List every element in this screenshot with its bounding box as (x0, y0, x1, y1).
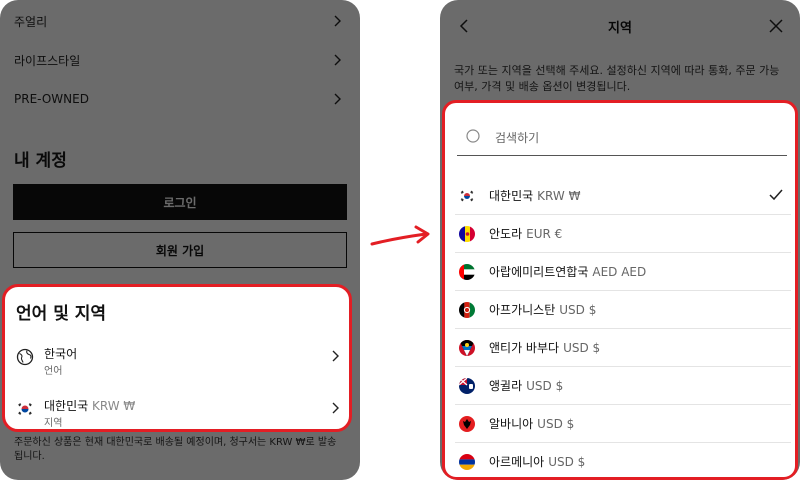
uae-flag-icon (459, 263, 475, 280)
search-icon (466, 129, 480, 143)
country-name: 앵귈라 (489, 379, 523, 393)
language-region-heading: 언어 및 지역 (16, 304, 107, 324)
language-label: 언어 (44, 366, 63, 377)
menu-item-label: PRE-OWNED (14, 92, 89, 106)
country-name: 아프가니스탄 (489, 303, 556, 317)
mobile-menu-screen: 주얼리 라이프스타일 PRE-OWNED 내 계정 로그인 회원 가입 주문하신… (0, 0, 360, 480)
country-currency: KRW ₩ (537, 188, 581, 203)
checkmark-icon (769, 189, 783, 201)
menu-item-label: 라이프스타일 (14, 53, 81, 68)
country-name: 안도라 (489, 227, 523, 241)
country-name: 아르메니아 (489, 455, 545, 469)
armenia-flag-icon (459, 453, 475, 470)
country-item-uae[interactable]: 아랍에미리트연합국 AED AED (455, 253, 791, 291)
close-icon[interactable] (768, 18, 784, 34)
country-item-antigua-barbuda[interactable]: 앤티가 바부다 USD $ (455, 329, 791, 367)
country-currency: USD $ (563, 340, 601, 355)
chevron-right-icon (332, 350, 339, 362)
country-currency: EUR € (526, 226, 563, 241)
region-value: 대한민국 KRW ₩ (44, 397, 135, 414)
country-currency: AED AED (592, 264, 647, 279)
korea-flag-icon (459, 187, 475, 204)
region-description: 국가 또는 지역을 선택해 주세요. 설정하신 지역에 따라 통화, 주문 가능… (454, 64, 780, 93)
albania-flag-icon (459, 415, 475, 432)
menu-item-jewelry[interactable]: 주얼리 (14, 1, 344, 41)
shipping-notice: 주문하신 상품은 현재 대한민국로 배송될 예정이며, 청구서는 KRW ₩로 … (14, 437, 337, 462)
region-currency: KRW ₩ (92, 399, 136, 413)
country-currency: USD $ (537, 416, 575, 431)
country-item-korea[interactable]: 대한민국 KRW ₩ (455, 177, 791, 215)
region-select-screen: 지역 국가 또는 지역을 선택해 주세요. 설정하신 지역에 따라 통화, 주문… (440, 0, 800, 480)
country-name: 대한민국 (489, 189, 534, 203)
afghanistan-flag-icon (459, 301, 475, 318)
arrow-right-icon (370, 225, 430, 246)
country-currency: USD $ (548, 454, 586, 469)
region-search[interactable] (457, 121, 787, 156)
language-value: 한국어 (44, 347, 78, 361)
country-item-armenia[interactable]: 아르메니아 USD $ (455, 443, 791, 477)
country-item-albania[interactable]: 알바니아 USD $ (455, 405, 791, 443)
language-region-section: 언어 및 지역 한국어 언어 대한민국 KRW ₩ 지역 (2, 284, 352, 432)
region-label: 지역 (44, 418, 63, 429)
country-name: 앤티가 바부다 (489, 341, 560, 355)
region-screen-title: 지역 (608, 21, 632, 36)
country-item-andorra[interactable]: 안도라 EUR € (455, 215, 791, 253)
korea-flag-icon (16, 400, 34, 418)
country-currency: USD $ (559, 302, 597, 317)
region-selector[interactable]: 대한민국 KRW ₩ 지역 (16, 397, 346, 431)
language-selector[interactable]: 한국어 언어 (16, 345, 346, 379)
region-name: 대한민국 (44, 399, 89, 413)
andorra-flag-icon (459, 225, 475, 242)
country-list: 대한민국 KRW ₩ 안도라 EUR € 아랍에미리트연합국 AED AED 아… (455, 177, 791, 477)
search-input[interactable] (493, 127, 777, 149)
anguilla-flag-icon (459, 377, 475, 394)
chevron-right-icon (334, 54, 341, 66)
country-currency: USD $ (526, 378, 564, 393)
signup-button[interactable]: 회원 가입 (13, 232, 347, 268)
country-name: 아랍에미리트연합국 (489, 265, 589, 279)
antigua-flag-icon (459, 339, 475, 356)
region-list-panel: 대한민국 KRW ₩ 안도라 EUR € (442, 100, 798, 480)
chevron-right-icon (332, 402, 339, 414)
chevron-right-icon (334, 93, 341, 105)
country-item-anguilla[interactable]: 앵귈라 USD $ (455, 367, 791, 405)
my-account-heading: 내 계정 (14, 151, 67, 171)
menu-item-lifestyle[interactable]: 라이프스타일 (14, 40, 344, 80)
country-item-afghanistan[interactable]: 아프가니스탄 USD $ (455, 291, 791, 329)
menu-item-pre-owned[interactable]: PRE-OWNED (14, 79, 344, 119)
globe-icon (16, 348, 34, 366)
menu-item-label: 주얼리 (14, 14, 48, 29)
login-button[interactable]: 로그인 (13, 184, 347, 220)
chevron-right-icon (334, 15, 341, 27)
country-name: 알바니아 (489, 417, 534, 431)
region-header: 지역 (440, 0, 800, 54)
